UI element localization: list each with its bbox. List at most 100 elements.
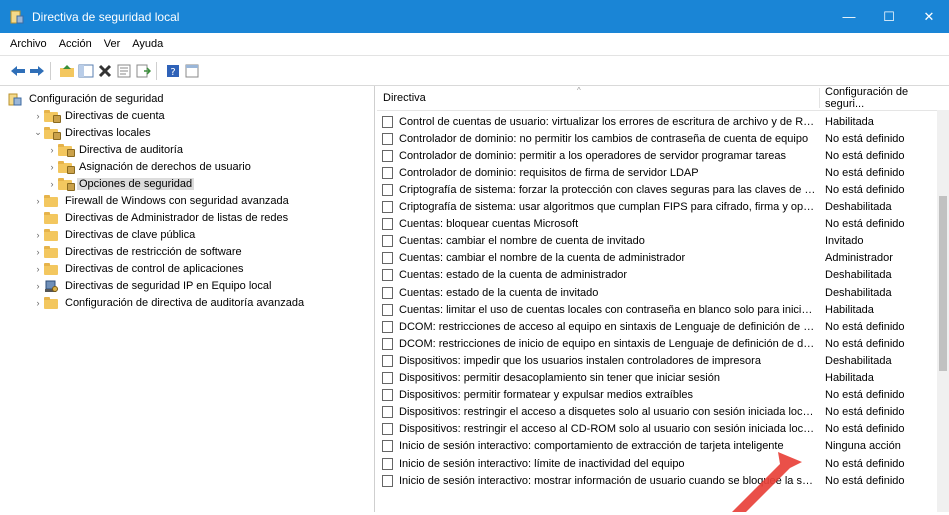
policy-icon (382, 320, 393, 333)
tree-item-label: Directivas de restricción de software (65, 245, 242, 258)
table-row[interactable]: Dispositivos: permitir desacoplamiento s… (377, 370, 937, 387)
maximize-button[interactable]: ☐ (869, 0, 909, 33)
table-row[interactable]: Dispositivos: restringir el acceso al CD… (377, 421, 937, 438)
table-row[interactable]: Dispositivos: impedir que los usuarios i… (377, 352, 937, 369)
table-row[interactable]: Controlador de dominio: permitir a los o… (377, 147, 937, 164)
tree-item-label: Opciones de seguridad (77, 177, 195, 190)
policy-name: Criptografía de sistema: forzar la prote… (399, 183, 817, 196)
policy-setting: Deshabilitada (825, 286, 892, 299)
policy-setting: No está definido (825, 474, 905, 487)
tree-item-clave-publica[interactable]: › Directivas de clave pública (32, 226, 197, 243)
tree-item-auditoria-avanzada[interactable]: › Configuración de directiva de auditorí… (32, 294, 306, 311)
policy-setting: Invitado (825, 235, 864, 248)
policy-name: Cuentas: cambiar el nombre de cuenta de … (399, 235, 645, 248)
table-row[interactable]: Inicio de sesión interactivo: mostrar in… (377, 472, 937, 489)
chevron-right-icon[interactable]: › (32, 298, 44, 308)
menu-ver[interactable]: Ver (104, 38, 121, 50)
table-row[interactable]: Cuentas: cambiar el nombre de cuenta de … (377, 233, 937, 250)
export-list-icon[interactable] (135, 61, 151, 81)
scrollbar-thumb[interactable] (939, 196, 947, 371)
policy-name: DCOM: restricciones de inicio de equipo … (399, 337, 817, 350)
delete-icon[interactable] (97, 61, 113, 81)
policy-name: Dispositivos: impedir que los usuarios i… (399, 354, 761, 367)
policy-setting: No está definido (825, 183, 905, 196)
table-row[interactable]: Dispositivos: restringir el acceso a dis… (377, 404, 937, 421)
tree-item-directiva-auditoria[interactable]: › Directiva de auditoría (46, 141, 185, 158)
chevron-right-icon[interactable]: › (32, 196, 44, 206)
up-folder-icon[interactable] (59, 61, 75, 81)
help-icon[interactable]: ? (165, 61, 181, 81)
policy-name: Cuentas: estado de la cuenta de administ… (399, 269, 628, 282)
tree-item-restriccion-software[interactable]: › Directivas de restricción de software (32, 243, 244, 260)
tree-item-listas-redes[interactable]: Directivas de Administrador de listas de… (32, 209, 290, 226)
close-button[interactable]: ✕ (909, 0, 949, 33)
chevron-down-icon[interactable]: ⌄ (32, 127, 44, 138)
tree-item-control-aplicaciones[interactable]: › Directivas de control de aplicaciones (32, 260, 246, 277)
back-arrow-icon[interactable] (10, 61, 26, 81)
properties-icon[interactable] (116, 61, 132, 81)
policy-setting: No está definido (825, 149, 905, 162)
policy-icon (382, 457, 393, 470)
minimize-button[interactable]: — (829, 0, 869, 33)
menu-accion[interactable]: Acción (59, 38, 92, 50)
policy-icon (382, 423, 393, 436)
menu-archivo[interactable]: Archivo (10, 38, 47, 50)
chevron-right-icon[interactable]: › (32, 111, 44, 121)
column-header-directiva[interactable]: Directiva (383, 86, 426, 110)
policy-setting: No está definido (825, 132, 905, 145)
folder-icon (44, 245, 58, 258)
table-row[interactable]: Cuentas: cambiar el nombre de la cuenta … (377, 250, 937, 267)
policy-setting: Habilitada (825, 372, 874, 384)
ip-security-icon (44, 280, 58, 292)
folder-icon (58, 160, 75, 174)
table-row[interactable]: Controlador de dominio: no permitir los … (377, 130, 937, 147)
tree-item-firewall[interactable]: › Firewall de Windows con seguridad avan… (32, 192, 291, 209)
toolbar-divider (156, 61, 157, 80)
table-row[interactable]: Dispositivos: permitir formatear y expul… (377, 387, 937, 404)
chevron-right-icon[interactable]: › (46, 162, 58, 172)
table-row[interactable]: Cuentas: estado de la cuenta de invitado… (377, 284, 937, 301)
tree-item-seguridad-ip[interactable]: › Directivas de seguridad IP en Equipo l… (32, 277, 273, 294)
tree-item-directivas-locales[interactable]: ⌄ Directivas locales (32, 124, 153, 141)
list-header: ^ Directiva Configuración de seguri... (377, 86, 949, 111)
folder-icon (44, 126, 61, 140)
svg-text:?: ? (170, 67, 175, 78)
chevron-right-icon[interactable]: › (32, 264, 44, 274)
policy-icon (382, 166, 393, 179)
table-row[interactable]: Criptografía de sistema: usar algoritmos… (377, 199, 937, 216)
table-row[interactable]: Cuentas: bloquear cuentas Microsoft No es… (377, 216, 937, 233)
chevron-right-icon[interactable]: › (46, 145, 58, 155)
view-icon[interactable] (184, 61, 200, 81)
policy-icon (382, 303, 393, 316)
chevron-right-icon[interactable]: › (32, 281, 44, 291)
table-row[interactable]: Controlador de dominio: requisitos de fi… (377, 164, 937, 181)
chevron-right-icon[interactable]: › (46, 179, 58, 189)
table-row[interactable]: DCOM: restricciones de acceso al equipo … (377, 318, 937, 335)
vertical-scrollbar[interactable] (937, 110, 949, 512)
show-hide-tree-icon[interactable] (78, 61, 94, 81)
menu-ayuda[interactable]: Ayuda (132, 38, 163, 50)
chevron-right-icon[interactable]: › (32, 247, 44, 257)
tree-item-opciones-seguridad[interactable]: › Opciones de seguridad (46, 175, 195, 192)
table-row[interactable]: Inicio de sesión interactivo: comportami… (377, 438, 937, 455)
column-divider[interactable] (819, 88, 820, 108)
policy-name: Cuentas: bloquear cuentas Microsoft (399, 218, 579, 231)
table-row[interactable]: Inicio de sesión interactivo: límite de … (377, 455, 937, 472)
table-row[interactable]: DCOM: restricciones de inicio de equipo … (377, 335, 937, 352)
tree-item-configuracion-seguridad[interactable]: Configuración de seguridad (8, 90, 166, 107)
policy-setting: Deshabilitada (825, 269, 892, 282)
column-header-configuracion[interactable]: Configuración de seguri... (825, 86, 949, 110)
policy-setting: No está definido (825, 218, 905, 231)
red-arrow-icon (720, 448, 820, 515)
tree-item-label: Directiva de auditoría (79, 143, 183, 156)
table-row[interactable]: Control de cuentas de usuario: virtualiz… (377, 113, 937, 130)
policy-setting: Ninguna acción (825, 440, 901, 453)
table-row[interactable]: Criptografía de sistema: forzar la prote… (377, 181, 937, 198)
chevron-right-icon[interactable]: › (32, 230, 44, 240)
policy-icon (382, 235, 393, 248)
tree-item-directivas-cuenta[interactable]: › Directivas de cuenta (32, 107, 167, 124)
table-row[interactable]: Cuentas: limitar el uso de cuentas local… (377, 301, 937, 318)
forward-arrow-icon[interactable] (29, 61, 45, 81)
tree-item-asignacion-derechos[interactable]: › Asignación de derechos de usuario (46, 158, 253, 175)
table-row[interactable]: Cuentas: estado de la cuenta de administ… (377, 267, 937, 284)
